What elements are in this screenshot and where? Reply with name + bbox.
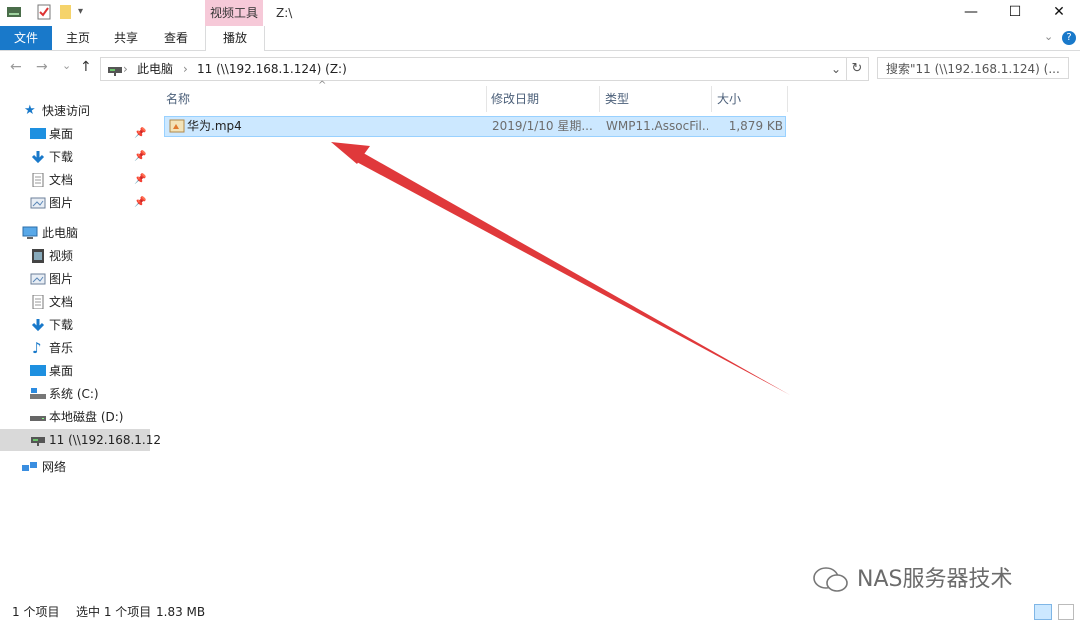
annotation-arrow: [331, 142, 790, 395]
status-item-count: 1 个项目: [12, 605, 60, 619]
wechat-icon: [813, 567, 848, 592]
status-bar: 1 个项目 选中 1 个项目 1.83 MB: [0, 600, 1080, 624]
large-icons-view-button[interactable]: [1058, 604, 1074, 620]
details-view-button[interactable]: [1034, 604, 1052, 620]
watermark: NAS服务器技术: [812, 561, 1012, 594]
watermark-text: NAS服务器技术: [857, 567, 1013, 592]
status-selected-count: 选中 1 个项目: [76, 605, 152, 619]
status-selected-size: 1.83 MB: [156, 605, 206, 619]
